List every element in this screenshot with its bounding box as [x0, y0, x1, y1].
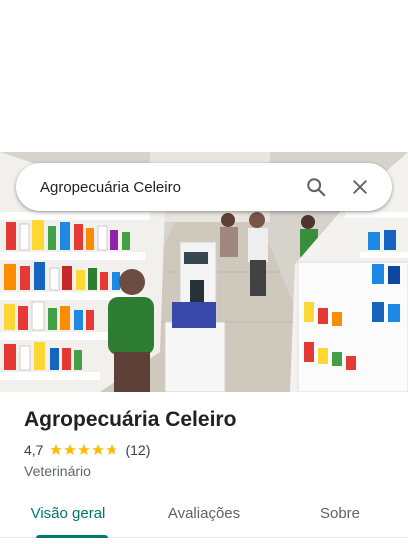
star-half-icon [106, 444, 119, 455]
tab-about[interactable]: Sobre [272, 494, 408, 537]
tab-label: Avaliações [167, 505, 241, 522]
star-icon [50, 444, 63, 455]
search-bar[interactable]: Agropecuária Celeiro [16, 163, 392, 211]
place-title: Agropecuária Celeiro [24, 408, 237, 431]
search-icon[interactable] [298, 169, 334, 205]
tab-label: Sobre [319, 505, 361, 522]
active-tab-indicator [36, 535, 108, 538]
place-tabs: Visão geral Avaliações Sobre [0, 494, 408, 538]
rating-value: 4,7 [24, 442, 44, 458]
tab-label: Visão geral [30, 505, 106, 522]
reviews-count[interactable]: (12) [125, 442, 150, 458]
place-category[interactable]: Veterinário [24, 463, 394, 479]
tab-overview[interactable]: Visão geral [0, 494, 136, 538]
star-icon [78, 444, 91, 455]
star-icon [92, 444, 105, 455]
place-info: Agropecuária Celeiro 4,7 (12) Veterinári… [24, 406, 394, 479]
place-page: Agropecuária Celeiro Agropecuária Celeir… [0, 0, 408, 544]
close-icon[interactable] [342, 169, 378, 205]
tab-reviews[interactable]: Avaliações [136, 494, 272, 537]
rating-stars [49, 443, 119, 457]
search-input[interactable]: Agropecuária Celeiro [40, 179, 290, 196]
rating-row[interactable]: 4,7 (12) [24, 440, 394, 460]
star-icon [64, 444, 77, 455]
